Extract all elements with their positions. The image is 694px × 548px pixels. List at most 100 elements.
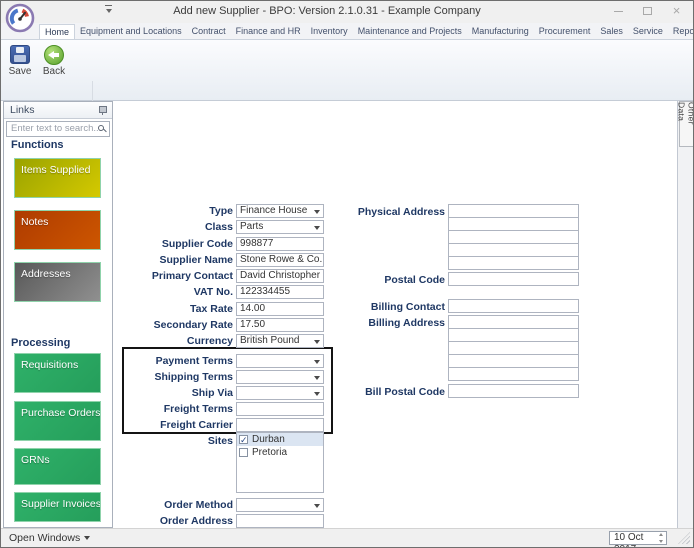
- ribbon: Save Back Process: [1, 39, 693, 136]
- shipping-terms-label: Shipping Terms: [154, 371, 233, 383]
- tab-procurement[interactable]: Procurement: [534, 23, 596, 39]
- back-button-label: Back: [42, 66, 66, 77]
- physical-address-line-2[interactable]: [448, 217, 579, 231]
- freight-carrier-input[interactable]: [236, 418, 324, 432]
- class-dropdown[interactable]: Parts: [236, 220, 324, 234]
- billing-address-line-5[interactable]: [448, 367, 579, 381]
- maximize-button[interactable]: [633, 1, 662, 21]
- status-bar: Open Windows 10 Oct 2017: [1, 528, 693, 547]
- links-panel-title: Links: [10, 104, 35, 116]
- billing-address-line-3[interactable]: [448, 341, 579, 355]
- addresses-button[interactable]: Addresses: [14, 262, 101, 302]
- billing-address-line-4[interactable]: [448, 354, 579, 368]
- tab-sales[interactable]: Sales: [595, 23, 628, 39]
- chevron-down-icon: [314, 504, 320, 508]
- sites-label: Sites: [207, 435, 233, 447]
- tab-manufacturing[interactable]: Manufacturing: [467, 23, 534, 39]
- pin-icon[interactable]: [98, 106, 107, 115]
- sites-listbox[interactable]: Durban Pretoria: [236, 432, 324, 493]
- notes-button[interactable]: Notes: [14, 210, 101, 250]
- requisitions-button[interactable]: Requisitions: [14, 353, 101, 393]
- resize-grip[interactable]: [678, 532, 690, 544]
- order-method-dropdown[interactable]: [236, 498, 324, 512]
- tab-reporting[interactable]: Reporting: [668, 23, 693, 39]
- right-dock-strip: [677, 101, 693, 528]
- order-address-input[interactable]: [236, 514, 324, 528]
- bill-postal-code-input[interactable]: [448, 384, 579, 398]
- billing-contact-input[interactable]: [448, 299, 579, 313]
- freight-carrier-label: Freight Carrier: [160, 419, 233, 431]
- search-input[interactable]: Enter text to search...: [6, 121, 110, 137]
- physical-address-line-1[interactable]: [448, 204, 579, 218]
- tab-home[interactable]: Home: [39, 24, 76, 39]
- billing-address-line-1[interactable]: [448, 315, 579, 329]
- search-icon: [98, 125, 104, 131]
- payment-terms-dropdown[interactable]: [236, 354, 324, 368]
- back-arrow-icon: [44, 45, 64, 65]
- payment-terms-label: Payment Terms: [155, 355, 233, 367]
- primary-contact-input[interactable]: David Christopher: [236, 269, 324, 283]
- floppy-disk-icon: [10, 45, 30, 64]
- bill-postal-code-label: Bill Postal Code: [365, 386, 445, 398]
- ship-via-dropdown[interactable]: [236, 386, 324, 400]
- processing-section-title: Processing: [11, 337, 71, 349]
- type-dropdown[interactable]: Finance House: [236, 204, 324, 218]
- supplier-code-label: Supplier Code: [161, 238, 233, 250]
- save-button-label: Save: [8, 66, 32, 77]
- links-panel-header: Links: [4, 102, 112, 119]
- site-option-pretoria[interactable]: Pretoria: [237, 446, 323, 459]
- checkbox-checked-icon[interactable]: [239, 435, 248, 444]
- tab-inventory[interactable]: Inventory: [306, 23, 353, 39]
- tab-finance-and-hr[interactable]: Finance and HR: [231, 23, 306, 39]
- supplier-name-input[interactable]: Stone Rowe & Co.: [236, 253, 324, 267]
- spin-up-icon: [659, 533, 663, 536]
- close-button[interactable]: ×: [662, 1, 691, 21]
- physical-address-line-4[interactable]: [448, 243, 579, 257]
- order-address-label: Order Address: [159, 515, 233, 527]
- ship-via-label: Ship Via: [191, 387, 233, 399]
- checkbox-unchecked-icon[interactable]: [239, 448, 248, 457]
- chevron-down-icon: [314, 376, 320, 380]
- save-button[interactable]: Save: [4, 42, 36, 92]
- open-windows-button[interactable]: Open Windows: [9, 532, 91, 544]
- site-option-durban[interactable]: Durban: [237, 433, 323, 446]
- secondary-rate-input[interactable]: 17.50: [236, 318, 324, 332]
- supplier-invoices-button[interactable]: Supplier Invoices: [14, 492, 101, 522]
- tax-rate-label: Tax Rate: [190, 303, 233, 315]
- minimize-icon: [614, 10, 623, 12]
- window-controls: ×: [604, 1, 691, 21]
- physical-address-line-3[interactable]: [448, 230, 579, 244]
- items-supplied-button[interactable]: Items Supplied: [14, 158, 101, 198]
- tax-rate-input[interactable]: 14.00: [236, 302, 324, 316]
- currency-dropdown[interactable]: British Pound: [236, 334, 324, 348]
- freight-terms-input[interactable]: [236, 402, 324, 416]
- billing-address-line-2[interactable]: [448, 328, 579, 342]
- purchase-orders-button[interactable]: Purchase Orders: [14, 401, 101, 441]
- supplier-code-input[interactable]: 998877: [236, 237, 324, 251]
- tab-service[interactable]: Service: [628, 23, 668, 39]
- tab-contract[interactable]: Contract: [187, 23, 231, 39]
- physical-address-line-5[interactable]: [448, 256, 579, 270]
- tab-maintenance-and-projects[interactable]: Maintenance and Projects: [353, 23, 467, 39]
- order-method-label: Order Method: [164, 499, 233, 511]
- billing-contact-label: Billing Contact: [370, 301, 445, 313]
- grns-button[interactable]: GRNs: [14, 448, 101, 485]
- search-placeholder: Enter text to search...: [11, 123, 102, 134]
- physical-address-label: Physical Address: [357, 206, 445, 218]
- billing-address-label: Billing Address: [368, 317, 445, 329]
- date-editor[interactable]: 10 Oct 2017: [609, 531, 667, 547]
- vat-no-input[interactable]: 122334455: [236, 285, 324, 299]
- postal-code-input[interactable]: [448, 272, 579, 286]
- back-button[interactable]: Back: [38, 42, 70, 92]
- tab-other-data[interactable]: Other Data: [677, 101, 693, 147]
- chevron-down-icon: [314, 210, 320, 214]
- date-spinner[interactable]: [657, 533, 665, 543]
- freight-terms-label: Freight Terms: [163, 403, 233, 415]
- maximize-icon: [643, 7, 652, 15]
- shipping-terms-dropdown[interactable]: [236, 370, 324, 384]
- minimize-button[interactable]: [604, 1, 633, 21]
- postal-code-label: Postal Code: [384, 274, 445, 286]
- app-logo-icon: [5, 3, 35, 33]
- tab-equipment-and-locations[interactable]: Equipment and Locations: [75, 23, 187, 39]
- title-bar: Add new Supplier - BPO: Version 2.1.0.31…: [1, 1, 693, 33]
